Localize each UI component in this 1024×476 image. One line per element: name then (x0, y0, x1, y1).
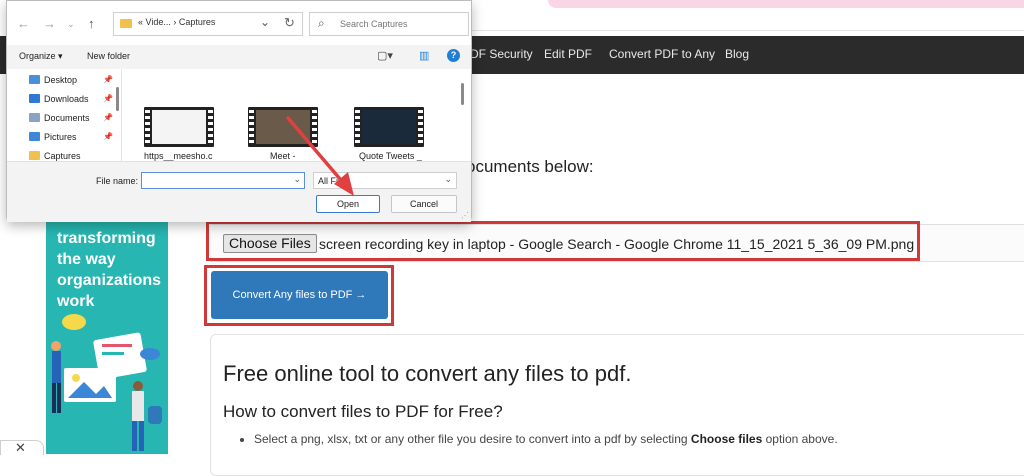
annotation-arrow (286, 116, 354, 196)
